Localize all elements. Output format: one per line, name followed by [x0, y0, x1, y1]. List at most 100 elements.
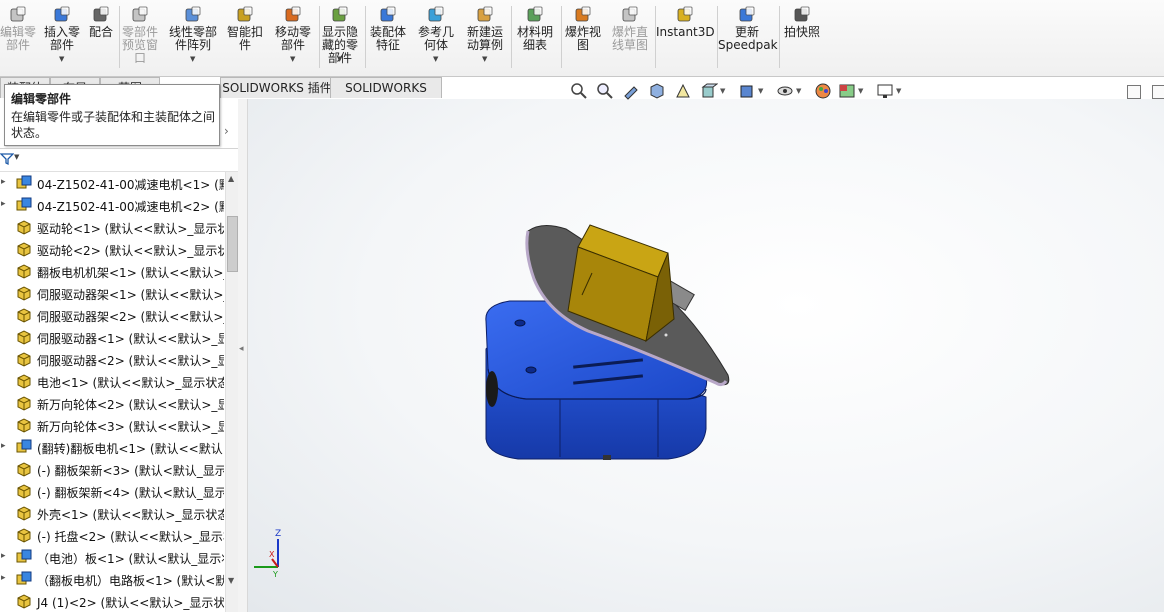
tree-item[interactable]: 外壳<1> (默认<<默认>_显示状态 — [0, 502, 224, 524]
apply-scene-dropdown-icon[interactable]: ▼ — [858, 87, 863, 95]
previous-view-icon[interactable] — [622, 82, 640, 100]
ribbon-button-label: 拍快照 — [783, 25, 820, 39]
subassembly-icon — [16, 175, 32, 189]
component-preview-icon — [132, 6, 148, 22]
tree-item[interactable]: 电池<1> (默认<<默认>_显示状态 — [0, 370, 224, 392]
edit-appearance-icon[interactable] — [814, 82, 832, 100]
wheel[interactable] — [486, 371, 498, 407]
ribbon-button-move-component[interactable]: 移动零 部件 ▼ — [270, 4, 316, 72]
tree-expand-icon[interactable]: ▸ — [1, 573, 6, 583]
ribbon-button-camera[interactable]: 拍快照 — [782, 4, 822, 72]
feature-tree: ▸ 04-Z1502-41-00减速电机<1> (默 ▸ 04-Z1502-41-00… — [0, 172, 224, 612]
ribbon-button-label: 参考几 何体 — [417, 25, 454, 52]
tree-item[interactable]: ▸ (翻转)翻板电机<1> (默认<<默认> — [0, 436, 224, 458]
tree-item[interactable]: (-) 翻板架新<4> (默认<默认_显示 — [0, 480, 224, 502]
ribbon-button-label: 零部件 预览窗 口 — [121, 25, 158, 65]
tree-item[interactable]: 伺服驱动器架<1> (默认<<默认>_ — [0, 282, 224, 304]
ribbon-dropdown-arrow-icon[interactable]: ▼ — [59, 53, 64, 66]
ribbon-button-assembly-features[interactable]: 装配体 特征 — [366, 4, 410, 72]
tree-item[interactable]: (-) 翻板架新<3> (默认<默认_显示 — [0, 458, 224, 480]
dynamic-annotation-icon[interactable] — [674, 82, 692, 100]
view-settings-icon[interactable] — [876, 82, 894, 100]
ribbon-button-insert-component[interactable]: 插入零 部件 ▼ — [40, 4, 84, 72]
filter-icon[interactable] — [0, 152, 14, 166]
view-settings-dropdown-icon[interactable]: ▼ — [896, 87, 901, 95]
tree-scrollbar[interactable]: ▲ ▼ — [225, 172, 238, 612]
tree-item[interactable]: 翻板电机机架<1> (默认<<默认>_ — [0, 260, 224, 282]
tree-expand-icon[interactable]: ▸ — [1, 551, 6, 561]
tree-item-label: （翻板电机）电路板<1> (默认<默 — [37, 574, 224, 588]
ribbon-button-label: 智能扣 件 — [226, 25, 263, 52]
ribbon-button-smart-fasteners[interactable]: 智能扣 件 — [224, 4, 266, 72]
tree-item[interactable]: J4 (1)<2> (默认<<默认>_显示状态 — [0, 590, 224, 612]
ribbon-dropdown-arrow-icon[interactable]: ▼ — [433, 53, 438, 66]
scroll-up-arrow-icon[interactable]: ▲ — [228, 174, 234, 183]
scroll-down-arrow-icon[interactable]: ▼ — [228, 576, 234, 585]
filter-dropdown-arrow-icon[interactable]: ▼ — [14, 153, 19, 161]
ribbon-dropdown-arrow-icon[interactable]: ▼ — [190, 53, 195, 66]
tree-item-label: 伺服驱动器架<2> (默认<<默认>_ — [37, 310, 224, 324]
ribbon-button-reference-geometry[interactable]: 参考几 何体 ▼ — [414, 4, 458, 72]
display-style-icon[interactable] — [738, 82, 756, 100]
ribbon-button-label: Instant3D — [656, 25, 715, 39]
tree-item[interactable]: (-) 托盘<2> (默认<<默认>_显示状 — [0, 524, 224, 546]
speedpak-icon — [739, 6, 755, 22]
tab-3[interactable]: SOLIDWORKS 插件 — [220, 77, 334, 98]
section-view-icon[interactable] — [648, 82, 666, 100]
zoom-to-fit-icon[interactable] — [570, 82, 588, 100]
ribbon-button-instant3d[interactable]: Instant3D — [656, 4, 715, 72]
ribbon-separator — [561, 6, 562, 68]
ribbon-dropdown-arrow-icon[interactable]: ▼ — [482, 53, 487, 66]
ribbon-button-component-preview[interactable]: 零部件 预览窗 口 — [118, 4, 162, 72]
zoom-to-area-icon[interactable] — [596, 82, 614, 100]
hide-show-items-icon[interactable] — [776, 82, 794, 100]
tree-item[interactable]: ▸ 04-Z1502-41-00减速电机<2> (默 — [0, 194, 224, 216]
part-icon — [17, 330, 31, 345]
display-style-dropdown-icon[interactable]: ▼ — [758, 87, 763, 95]
tree-item-label: 驱动轮<1> (默认<<默认>_显示状 — [37, 222, 224, 236]
part-icon — [17, 396, 31, 411]
tree-item[interactable]: 驱动轮<2> (默认<<默认>_显示状 — [0, 238, 224, 260]
tree-expand-icon[interactable]: ▸ — [1, 177, 6, 187]
tree-expand-icon[interactable]: ▸ — [1, 441, 6, 451]
ribbon-button-edit-component[interactable]: 编辑零 部件 — [0, 4, 36, 72]
tree-item[interactable]: 伺服驱动器架<2> (默认<<默认>_ — [0, 304, 224, 326]
ribbon-button-show-hidden[interactable]: 显示隐 藏的零 部件 ▼ — [318, 4, 362, 72]
tree-item[interactable]: ▸ 04-Z1502-41-00减速电机<1> (默 — [0, 172, 224, 194]
camera-icon — [794, 6, 810, 22]
maximize-panel-icon[interactable] — [1152, 85, 1164, 99]
splitter-handle-icon[interactable]: ◂ — [239, 344, 244, 354]
ribbon-dropdown-arrow-icon[interactable]: ▼ — [337, 53, 342, 66]
tab-4[interactable]: SOLIDWORKS MBD — [330, 77, 442, 115]
ribbon-button-bill-of-materials[interactable]: 材料明 细表 — [512, 4, 558, 72]
assembly-features-icon — [380, 6, 396, 22]
assembly-model: Z X Y — [254, 224, 730, 579]
tree-item[interactable]: 新万向轮体<3> (默认<<默认>_显 — [0, 414, 224, 436]
ribbon-separator — [511, 6, 512, 68]
view-orientation-icon[interactable] — [700, 82, 718, 100]
tree-item[interactable]: 伺服驱动器<2> (默认<<默认>_显 — [0, 348, 224, 370]
view-orientation-dropdown-icon[interactable]: ▼ — [720, 87, 725, 95]
tree-item[interactable]: ▸ （电池）板<1> (默认<默认_显示状 — [0, 546, 224, 568]
panel-expand-arrow-icon[interactable]: › — [224, 124, 229, 138]
ribbon-dropdown-arrow-icon[interactable]: ▼ — [290, 53, 295, 66]
ribbon-button-speedpak[interactable]: 更新 Speedpak — [718, 4, 778, 72]
tree-item[interactable]: 伺服驱动器<1> (默认<<默认>_显 — [0, 326, 224, 348]
ribbon-button-explode-line-sketch[interactable]: 爆炸直 线草图 — [608, 4, 652, 72]
ribbon-button-exploded-view[interactable]: 爆炸视 图 — [562, 4, 604, 72]
scrollbar-thumb[interactable] — [227, 216, 238, 272]
bill-of-materials-icon — [527, 6, 543, 22]
tooltip: 编辑零部件 在编辑零件或子装配体和主装配体之间状态。 — [4, 84, 220, 146]
tree-item[interactable]: ▸ （翻板电机）电路板<1> (默认<默 — [0, 568, 224, 590]
ribbon-button-linear-pattern[interactable]: 线性零部 件阵列 ▼ — [164, 4, 222, 72]
hide-show-dropdown-icon[interactable]: ▼ — [796, 87, 801, 95]
ribbon-button-new-motion-study[interactable]: 新建运 动算例 ▼ — [462, 4, 508, 72]
graphics-area[interactable]: Z X Y — [248, 99, 1164, 612]
restore-panel-icon[interactable] — [1127, 85, 1141, 99]
tree-item[interactable]: 新万向轮体<2> (默认<<默认>_显 — [0, 392, 224, 414]
panel-splitter[interactable]: ◂ — [238, 99, 248, 612]
ribbon-button-mate[interactable]: 配合 — [86, 4, 116, 72]
tree-item[interactable]: 驱动轮<1> (默认<<默认>_显示状 — [0, 216, 224, 238]
apply-scene-icon[interactable] — [838, 82, 856, 100]
tree-expand-icon[interactable]: ▸ — [1, 199, 6, 209]
